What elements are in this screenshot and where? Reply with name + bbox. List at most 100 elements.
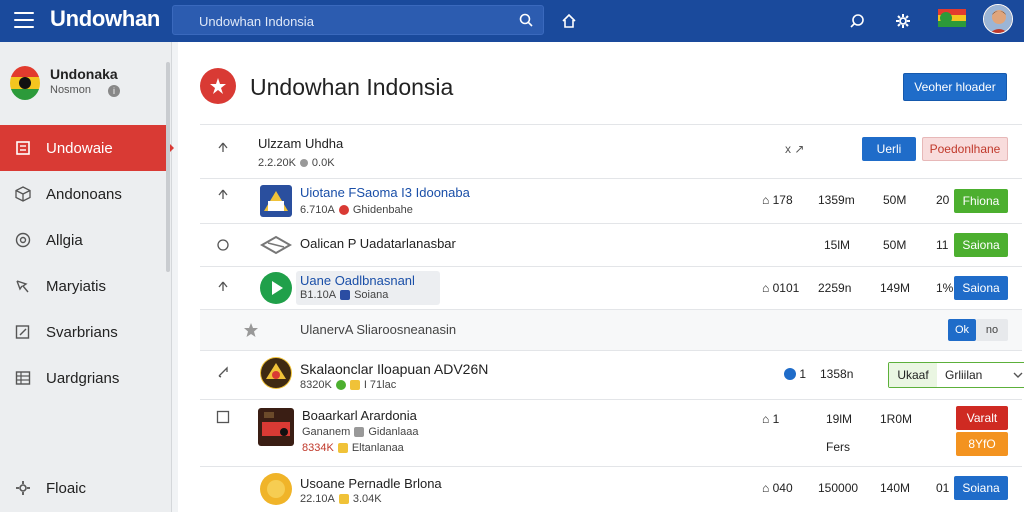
sidebar-item-1[interactable]: Andonoans [0, 171, 168, 217]
row-warning-button[interactable]: 8YfO [956, 432, 1008, 456]
status-select-a[interactable]: Ukaaf [889, 363, 937, 387]
sidebar-item-label: Maryiatis [46, 277, 107, 295]
profile-card[interactable]: Undonaka Nosmon i [10, 64, 165, 104]
tag-icon[interactable] [214, 363, 232, 381]
row-action-button[interactable]: Saiona [954, 233, 1008, 257]
status-select-b[interactable]: Grliilan [937, 363, 1024, 387]
row-stat-4: 20 [936, 193, 950, 207]
primary-action-button[interactable]: Veoher hloader [903, 73, 1007, 101]
divider [200, 124, 1022, 125]
sidebar-item-label: Floaic [46, 479, 87, 497]
main-panel: Undowhan Indonsia Veoher hloader Ulzzam … [178, 42, 1024, 512]
pin-icon [16, 280, 29, 293]
row-title[interactable]: Uiotane FSaoma I3 Idoonaba [300, 185, 470, 200]
menu-icon[interactable] [14, 12, 34, 28]
row-danger-button[interactable]: Varalt [956, 406, 1008, 430]
profile-subtitle: Nosmon [50, 84, 91, 96]
row-stat-1: ⌂ 0101 [762, 281, 800, 295]
sidebar-item-2[interactable]: Allgia [0, 217, 168, 263]
row-subtitle: 22.10A 3.04K [300, 493, 382, 505]
star-icon[interactable] [242, 321, 260, 339]
row-thumbnail [260, 185, 292, 217]
row-controls[interactable]: x ↗ [785, 142, 804, 156]
table-row[interactable]: Oalican P Uadatarlanasbar 15lM 50M 11 Sa… [200, 224, 1022, 266]
sidebar-item-0[interactable]: Undowaie [0, 125, 174, 171]
row-stat-1: ⌂ 040 [762, 481, 793, 495]
status-select[interactable]: Ukaaf Grliilan [888, 362, 1024, 388]
sidebar-item-3[interactable]: Maryiatis [0, 263, 168, 309]
row-primary-button[interactable]: Uerli [862, 137, 916, 161]
row-title: Skalaonclar Iloapuan ADV26N [300, 361, 489, 377]
table-row[interactable]: Skalaonclar Iloapuan ADV26N 8320K I 71lac… [200, 351, 1024, 399]
row-subtitle: 6.710A Ghidenbahe [300, 204, 413, 216]
row-action-button[interactable]: Saiona [954, 276, 1008, 300]
circle-icon[interactable] [214, 236, 232, 254]
sidebar-item-label: Svarbrians [46, 323, 118, 341]
cube-icon [15, 186, 31, 202]
row-stat-2: 1358n [820, 367, 854, 381]
page-logo-icon [200, 68, 236, 104]
row-extra: Fers [826, 440, 850, 454]
row-stat-2: 150000 [818, 481, 859, 495]
row-subtitle: Gananem Gidanlaaa [302, 426, 419, 438]
arrow-up-icon[interactable] [214, 138, 232, 156]
toggle-on-button[interactable]: Ok [948, 319, 976, 341]
arrow-up-icon[interactable] [214, 277, 232, 295]
row-action-button[interactable]: Fhiona [954, 189, 1008, 213]
row-title: Boaarkarl Arardonia [302, 408, 417, 423]
row-stat-3: 50M [883, 193, 907, 207]
table-row[interactable]: Ulzzam Uhdha 2.2.20K 0.0K x ↗ Uerli Poedo… [200, 126, 1022, 178]
row-secondary-button[interactable]: Poedonlhane [922, 137, 1008, 161]
grid-icon [15, 371, 31, 385]
row-stat-4: 1% [936, 281, 954, 295]
home-icon[interactable] [558, 10, 580, 32]
row-stat-2: 15lM [824, 238, 851, 252]
row-stat-1: ⌂ 1 [762, 412, 780, 426]
sidebar: Undonaka Nosmon i Undowaie Andonoans All… [0, 42, 174, 512]
profile-info-icon[interactable]: i [108, 85, 120, 97]
sidebar-item-4[interactable]: Svarbrians [0, 309, 168, 355]
toggle-off-button[interactable]: no [976, 319, 1008, 341]
row-stat-2: 2259n [818, 281, 852, 295]
sidebar-item-bottom[interactable]: Floaic [0, 468, 168, 508]
app-brand[interactable]: Undowhan [50, 6, 160, 32]
chevron-down-icon[interactable] [1013, 371, 1023, 379]
row-action-button[interactable]: Soiana [954, 476, 1008, 500]
arrow-up-icon[interactable] [214, 185, 232, 203]
sidebar-item-label: Andonoans [46, 185, 122, 203]
checkbox[interactable] [214, 408, 232, 426]
search-alt-icon[interactable] [846, 10, 868, 32]
edit-icon [15, 325, 30, 339]
row-subtitle: 2.2.20K 0.0K [258, 157, 335, 169]
page-title: Undowhan Indonsia [250, 74, 454, 100]
search-input[interactable] [199, 11, 499, 31]
search-icon[interactable] [519, 13, 533, 27]
row-stat-1: 1 [784, 367, 806, 381]
row-stat-4: 11 [936, 238, 949, 252]
sidebar-item-label: Uardgrians [46, 369, 120, 387]
row-title[interactable]: Uane Oadlbnasnanl [300, 273, 415, 288]
settings-icon [16, 481, 30, 495]
sidebar-nav: Undowaie Andonoans Allgia Maryiatis Svar… [0, 125, 174, 401]
flag-icon[interactable] [938, 9, 966, 27]
table-row[interactable]: Uiotane FSaoma I3 Idoonaba 6.710A Ghidenb… [200, 179, 1022, 223]
search-box[interactable] [172, 5, 544, 35]
row-thumbnail [258, 408, 294, 446]
row-stat-3: 149M [880, 281, 911, 295]
sidebar-scrollbar[interactable] [166, 62, 170, 272]
row-stat-2: 19lM [826, 412, 853, 426]
top-bar: Undowhan [0, 0, 1024, 42]
gear-icon[interactable] [892, 10, 914, 32]
table-row[interactable]: Boaarkarl Arardonia Gananem Gidanlaaa 833… [200, 400, 1022, 464]
table-row[interactable]: UlanervA Sliaroosneanasin Ok no [200, 310, 1022, 350]
user-avatar[interactable] [983, 4, 1013, 34]
table-row[interactable]: Usoane Pernadle Brlona 22.10A 3.04K ⌂ 040… [200, 467, 1022, 512]
row-thumbnail [260, 357, 292, 389]
book-icon [16, 141, 30, 155]
play-icon[interactable] [260, 272, 292, 304]
profile-name: Undonaka [50, 66, 118, 82]
sidebar-item-5[interactable]: Uardgrians [0, 355, 168, 401]
row-subtitle-2: 8334K Eltanlanaa [302, 442, 404, 454]
row-subtitle: 8320K I 71lac [300, 379, 397, 391]
table-row[interactable]: Uane Oadlbnasnanl B1.10A Soiana ⌂ 0101 22… [200, 267, 1022, 309]
